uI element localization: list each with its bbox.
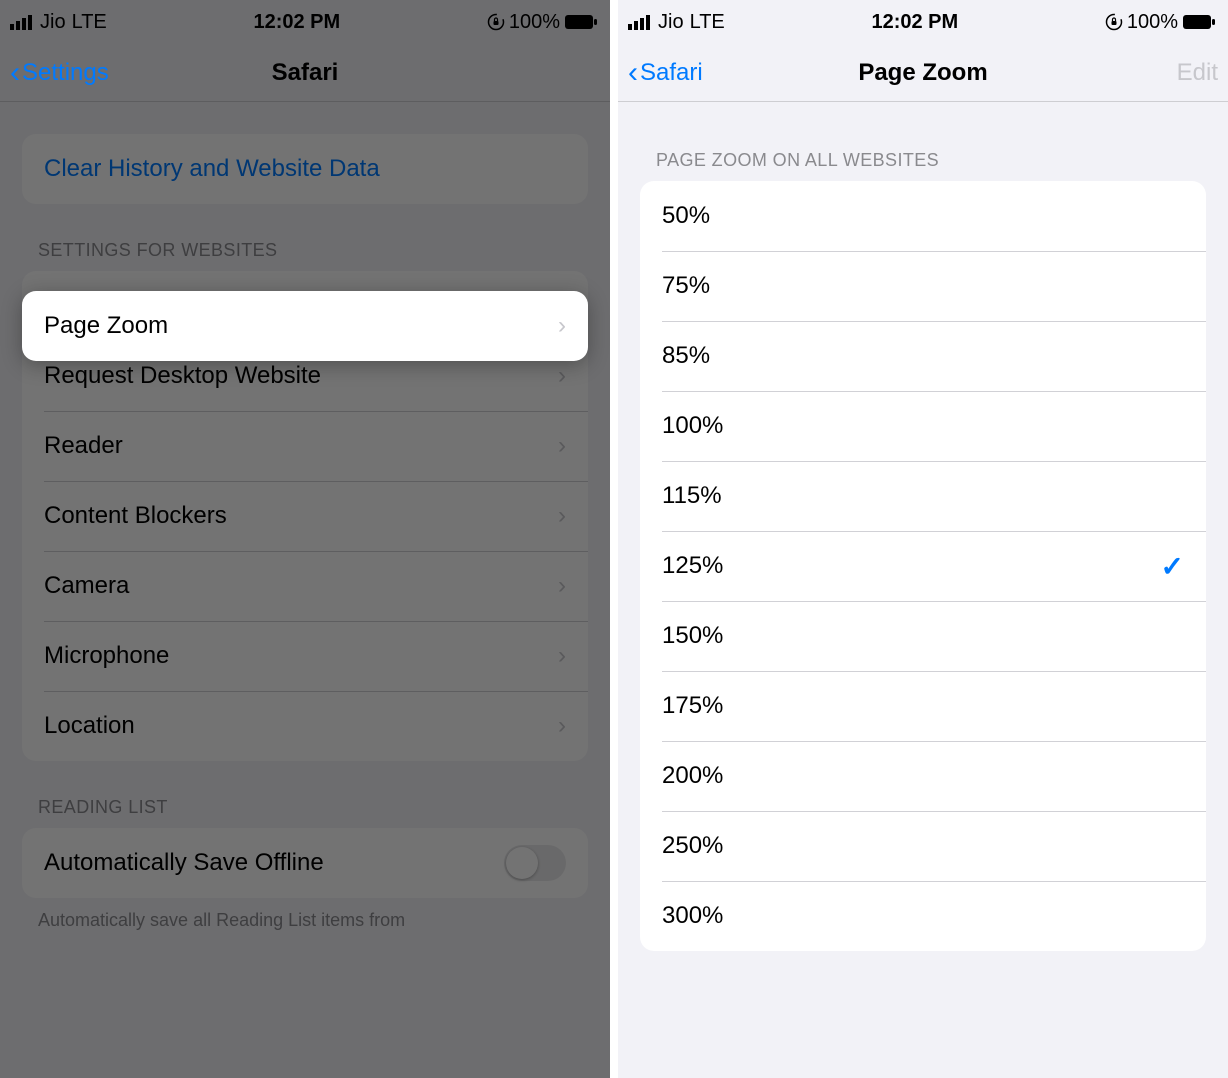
chevron-right-icon: › <box>558 712 566 740</box>
chevron-right-icon: › <box>558 432 566 460</box>
back-button[interactable]: ‹ Settings <box>10 58 109 88</box>
zoom-option-row[interactable]: 250% <box>640 811 1206 881</box>
orientation-lock-icon <box>1105 13 1123 31</box>
nav-bar: ‹ Safari Page Zoom Edit <box>618 44 1228 102</box>
group-page-zoom-options: PAGE ZOOM ON ALL WEBSITES 50% 75% 85% 100% 1… <box>618 150 1228 951</box>
zoom-option-row[interactable]: 100% <box>640 391 1206 461</box>
back-label: Settings <box>22 59 109 87</box>
row-auto-save-offline[interactable]: Automatically Save Offline <box>22 828 588 898</box>
carrier-label: Jio <box>40 11 66 34</box>
battery-percent-label: 100% <box>509 11 560 34</box>
status-bar-right: 100% <box>487 11 598 34</box>
chevron-right-icon: › <box>558 362 566 390</box>
page-zoom-all-websites-header: PAGE ZOOM ON ALL WEBSITES <box>618 150 1228 181</box>
row-microphone[interactable]: Microphone › <box>22 621 588 691</box>
group-reading-list: READING LIST Automatically Save Offline … <box>0 797 610 932</box>
switch-auto-save-offline[interactable] <box>504 845 566 881</box>
zoom-option-label: 115% <box>662 482 722 510</box>
battery-icon <box>1182 14 1216 30</box>
network-label: LTE <box>690 11 725 34</box>
clear-history-button[interactable]: Clear History and Website Data <box>22 134 588 204</box>
battery-icon <box>564 14 598 30</box>
row-camera[interactable]: Camera › <box>22 551 588 621</box>
chevron-left-icon: ‹ <box>628 58 638 88</box>
zoom-option-row[interactable]: 150% <box>640 601 1206 671</box>
group-clear-history: Clear History and Website Data <box>0 134 610 204</box>
zoom-option-row[interactable]: 200% <box>640 741 1206 811</box>
zoom-option-label: 100% <box>662 412 723 440</box>
reading-list-header: READING LIST <box>0 797 610 828</box>
status-bar: Jio LTE 12:02 PM 100% <box>0 0 610 44</box>
content: PAGE ZOOM ON ALL WEBSITES 50% 75% 85% 100% 1… <box>618 150 1228 951</box>
zoom-option-row[interactable]: 125% ✓ <box>640 531 1206 601</box>
zoom-option-label: 50% <box>662 202 710 230</box>
zoom-option-row[interactable]: 50% <box>640 181 1206 251</box>
back-label: Safari <box>640 59 703 87</box>
zoom-option-row[interactable]: 75% <box>640 251 1206 321</box>
zoom-option-row[interactable]: 300% <box>640 881 1206 951</box>
row-label: Request Desktop Website <box>44 362 321 390</box>
network-label: LTE <box>72 11 107 34</box>
back-button[interactable]: ‹ Safari <box>628 58 703 88</box>
page-title: Page Zoom <box>618 59 1228 87</box>
page-zoom-screen: Jio LTE 12:02 PM 100% ‹ Safari Page Zoom… <box>618 0 1228 1078</box>
zoom-option-label: 85% <box>662 342 710 370</box>
row-label: Location <box>44 712 135 740</box>
orientation-lock-icon <box>487 13 505 31</box>
zoom-option-label: 125% <box>662 552 723 580</box>
row-content-blockers[interactable]: Content Blockers › <box>22 481 588 551</box>
nav-bar: ‹ Settings Safari <box>0 44 610 102</box>
row-label: Page Zoom <box>44 312 168 340</box>
zoom-option-row[interactable]: 85% <box>640 321 1206 391</box>
zoom-options-list: 50% 75% 85% 100% 115% 125% ✓ 150% 175% 200% 250% 30… <box>640 181 1206 951</box>
chevron-right-icon: › <box>558 502 566 530</box>
status-bar-left: Jio LTE <box>10 11 107 34</box>
chevron-right-icon: › <box>558 312 566 340</box>
edit-button[interactable]: Edit <box>1177 59 1218 87</box>
row-label: Reader <box>44 432 123 460</box>
row-label: Automatically Save Offline <box>44 849 324 877</box>
row-label: Microphone <box>44 642 169 670</box>
zoom-option-label: 200% <box>662 762 723 790</box>
zoom-option-row[interactable]: 115% <box>640 461 1206 531</box>
zoom-option-label: 150% <box>662 622 723 650</box>
status-bar-left: Jio LTE <box>628 11 725 34</box>
reading-list-footer: Automatically save all Reading List item… <box>0 898 610 932</box>
clear-history-label: Clear History and Website Data <box>44 155 380 183</box>
zoom-option-label: 300% <box>662 902 723 930</box>
settings-for-websites-header: SETTINGS FOR WEBSITES <box>0 240 610 271</box>
row-reader[interactable]: Reader › <box>22 411 588 481</box>
chevron-left-icon: ‹ <box>10 58 20 88</box>
zoom-option-label: 175% <box>662 692 723 720</box>
zoom-option-label: 250% <box>662 832 723 860</box>
carrier-label: Jio <box>658 11 684 34</box>
zoom-option-label: 75% <box>662 272 710 300</box>
status-bar-time: 12:02 PM <box>253 11 340 34</box>
highlighted-row-page-zoom[interactable]: Page Zoom › <box>22 291 588 361</box>
row-location[interactable]: Location › <box>22 691 588 761</box>
row-label: Content Blockers <box>44 502 227 530</box>
status-bar: Jio LTE 12:02 PM 100% <box>618 0 1228 44</box>
signal-icon <box>10 14 34 30</box>
battery-percent-label: 100% <box>1127 11 1178 34</box>
signal-icon <box>628 14 652 30</box>
row-label: Camera <box>44 572 129 600</box>
safari-settings-screen: Jio LTE 12:02 PM 100% ‹ Settings Safari … <box>0 0 610 1078</box>
chevron-right-icon: › <box>558 642 566 670</box>
status-bar-right: 100% <box>1105 11 1216 34</box>
zoom-option-row[interactable]: 175% <box>640 671 1206 741</box>
content: Clear History and Website Data SETTINGS … <box>0 134 610 932</box>
status-bar-time: 12:02 PM <box>871 11 958 34</box>
checkmark-icon: ✓ <box>1161 550 1184 583</box>
chevron-right-icon: › <box>558 572 566 600</box>
